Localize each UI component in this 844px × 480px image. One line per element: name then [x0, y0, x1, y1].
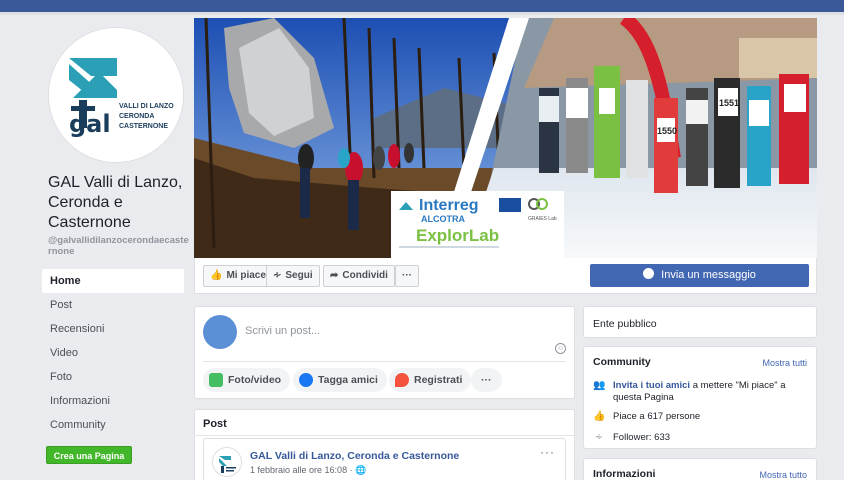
- photo-icon: [209, 373, 223, 387]
- posts-divider: [195, 435, 574, 436]
- invite-friends-row: 👥 Invita i tuoi amici a mettere "Mi piac…: [593, 380, 809, 404]
- send-message-button[interactable]: Invia un messaggio: [590, 264, 809, 287]
- photo-video-label: Foto/video: [228, 374, 282, 386]
- bib-number-1550: 1550: [657, 126, 677, 136]
- like-label: Mi piace: [226, 270, 266, 281]
- nav-item-home[interactable]: Home: [42, 269, 184, 293]
- create-page-button[interactable]: Crea una Pagina: [46, 446, 132, 464]
- logo-line-1: VALLI DI LANZO: [119, 103, 174, 110]
- tag-friends-label: Tagga amici: [318, 374, 378, 386]
- follow-button[interactable]: ∻ Segui: [266, 265, 320, 287]
- post-timestamp[interactable]: 1 febbraio alle ore 16:08 · 🌐: [250, 465, 366, 476]
- banner-partner: GRAIES Lab: [528, 216, 557, 222]
- nav-item-video[interactable]: Video: [42, 341, 184, 365]
- rss-icon: ∻: [594, 432, 604, 443]
- location-pin-icon: [395, 373, 409, 387]
- logo-mark-text: gal: [69, 110, 111, 138]
- likes-count: Piace a 617 persone: [613, 411, 701, 422]
- banner-project: ExplorLab: [416, 226, 499, 245]
- nav-item-community[interactable]: Community: [42, 413, 184, 437]
- share-label: Condividi: [342, 270, 388, 281]
- post-options-button[interactable]: ···: [540, 445, 555, 459]
- nav-item-post[interactable]: Post: [42, 293, 184, 317]
- community-see-all-link[interactable]: Mostra tutti: [762, 358, 807, 368]
- thumbs-up-icon: 👍: [593, 411, 606, 422]
- gal-logo-small: [219, 456, 236, 473]
- banner-subtitle: ALCOTRA: [421, 214, 465, 224]
- gal-logo: gal VALLI DI LANZO CERONDA CASTERNONE: [49, 28, 183, 162]
- page-action-bar: 👍 Mi piace ∻ Segui ➦ Condividi ··· Invia…: [194, 258, 817, 294]
- top-navigation-bar: [0, 0, 844, 12]
- emoji-icon[interactable]: ☺: [555, 343, 566, 354]
- tag-friends-button[interactable]: Tagga amici: [293, 368, 387, 392]
- cover-photo[interactable]: 1550 1551 Interreg ALCOTRA ExplorLab GRA…: [194, 18, 817, 258]
- messenger-icon: [643, 268, 655, 279]
- posts-section-title: Post: [203, 418, 227, 430]
- bib-number-1551: 1551: [719, 98, 739, 108]
- thumbs-up-icon: 👍: [210, 270, 223, 281]
- community-title: Community: [593, 356, 651, 368]
- page-navigation: Home Post Recensioni Video Foto Informaz…: [42, 269, 184, 437]
- composer-more-button[interactable]: ···: [471, 368, 502, 392]
- post-author-avatar[interactable]: [212, 447, 242, 477]
- share-arrow-icon: ➦: [330, 270, 339, 281]
- more-options-button[interactable]: ···: [395, 265, 419, 287]
- rss-icon: ∻: [273, 270, 282, 281]
- post-composer: Scrivi un post... ☺ Foto/video Tagga ami…: [194, 306, 575, 399]
- photo-video-button[interactable]: Foto/video: [203, 368, 291, 392]
- like-button[interactable]: 👍 Mi piace: [203, 265, 273, 287]
- followers-count: Follower: 633: [613, 432, 671, 443]
- tag-friends-icon: [299, 373, 313, 387]
- community-card: Community Mostra tutti 👥 Invita i tuoi a…: [583, 346, 817, 449]
- info-see-all-link[interactable]: Mostra tutto: [759, 470, 807, 480]
- nav-item-recensioni[interactable]: Recensioni: [42, 317, 184, 341]
- composer-input[interactable]: Scrivi un post...: [245, 325, 320, 337]
- top-bar-divider: [0, 12, 844, 15]
- nav-item-informazioni[interactable]: Informazioni: [42, 389, 184, 413]
- info-title: Informazioni: [593, 468, 656, 480]
- page-title[interactable]: GAL Valli di Lanzo, Ceronda e Casternone: [48, 173, 188, 233]
- composer-avatar: [203, 315, 237, 349]
- share-button[interactable]: ➦ Condividi: [323, 265, 395, 287]
- post-date-text: 1 febbraio alle ore 16:08 ·: [250, 465, 356, 475]
- cover-image: 1550 1551 Interreg ALCOTRA ExplorLab GRA…: [194, 18, 817, 258]
- send-message-label: Invia un messaggio: [661, 269, 756, 281]
- page-profile-picture[interactable]: gal VALLI DI LANZO CERONDA CASTERNONE: [48, 27, 184, 163]
- followers-row: ∻ Follower: 633: [593, 432, 809, 444]
- logo-line-2: CERONDA: [119, 113, 154, 120]
- info-card: Informazioni Mostra tutto: [583, 458, 817, 480]
- invite-friends-link[interactable]: Invita i tuoi amici: [613, 380, 690, 391]
- follow-label: Segui: [285, 270, 313, 281]
- likes-row: 👍 Piace a 617 persone: [593, 411, 809, 423]
- composer-divider: [203, 361, 566, 362]
- globe-icon: 🌐: [355, 465, 367, 475]
- page-category[interactable]: Ente pubblico: [593, 318, 657, 330]
- nav-item-foto[interactable]: Foto: [42, 365, 184, 389]
- check-in-label: Registrati: [414, 374, 463, 386]
- check-in-button[interactable]: Registrati: [389, 368, 472, 392]
- logo-line-3: CASTERNONE: [119, 123, 168, 130]
- people-icon: 👥: [593, 380, 606, 391]
- banner-title: Interreg: [419, 197, 479, 214]
- post-author-name[interactable]: GAL Valli di Lanzo, Ceronda e Casternone: [250, 450, 459, 462]
- posts-section: Post GAL Valli di Lanzo, Ceronda e Caste…: [194, 409, 575, 480]
- page-category-card: Ente pubblico: [583, 306, 817, 338]
- post-item: GAL Valli di Lanzo, Ceronda e Casternone…: [203, 438, 566, 480]
- invite-friends-text: Invita i tuoi amici a mettere "Mi piace"…: [613, 380, 809, 404]
- page-username[interactable]: @galvallidilanzocerondaecasternone: [48, 235, 190, 257]
